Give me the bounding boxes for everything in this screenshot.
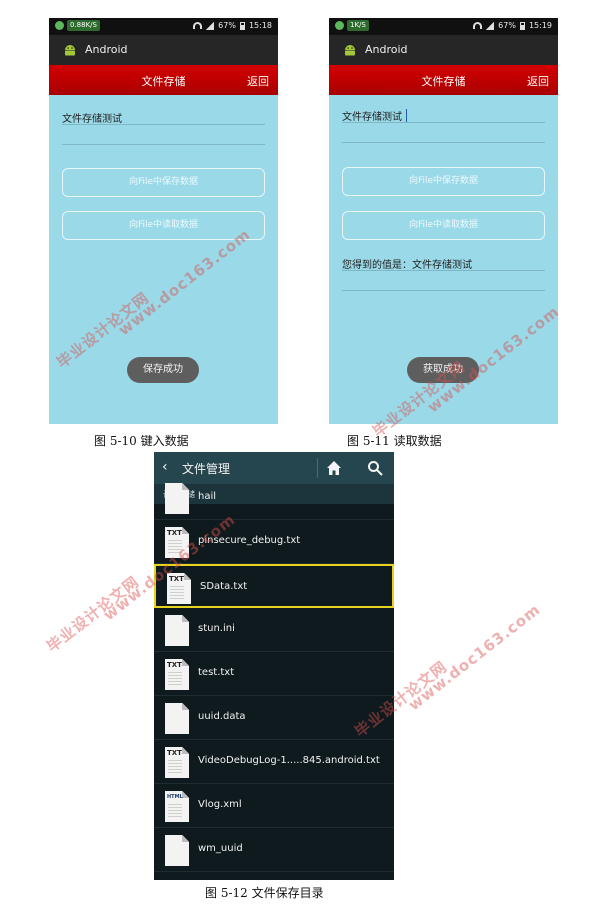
android-icon xyxy=(345,45,355,56)
file-row[interactable]: stun.ini xyxy=(154,608,394,652)
empty-field-underline xyxy=(342,142,545,143)
file-type-label: HTML xyxy=(167,794,183,800)
text-lines xyxy=(168,672,182,686)
wechat-icon xyxy=(335,21,344,30)
file-name: SData.txt xyxy=(200,581,248,592)
app-bar: Android xyxy=(49,35,278,65)
watermark: 毕业设计论文网 xyxy=(43,572,143,656)
page-fold xyxy=(182,659,189,666)
signal-icon xyxy=(486,21,495,30)
app-bar: Android xyxy=(329,35,558,65)
text-lines xyxy=(168,760,182,774)
page-fold xyxy=(182,703,189,710)
text-file-icon: TXT xyxy=(165,659,189,690)
home-icon[interactable] xyxy=(326,460,342,476)
title-bar: 文件存储 返回 xyxy=(329,65,558,95)
blank-file-icon xyxy=(165,615,189,646)
result-underline xyxy=(342,270,545,271)
watermark: www.doc163.com xyxy=(405,600,544,715)
page-fold xyxy=(182,615,189,622)
wifi-icon xyxy=(473,22,483,29)
clock: 15:18 xyxy=(248,21,272,30)
file-row[interactable]: hail xyxy=(154,476,394,520)
file-name: uuid.data xyxy=(198,711,246,722)
file-type-label: TXT xyxy=(167,529,182,537)
file-type-label: TXT xyxy=(167,749,182,757)
android-icon xyxy=(65,45,75,56)
status-bar: 1K/S 67% 15:19 xyxy=(329,18,558,35)
file-manager-screenshot: ‹ 文件管理 设备存储 hailTXTpinsecure_debug.txtTX… xyxy=(154,452,394,880)
file-row-selected[interactable]: TXT SData.txt xyxy=(154,564,394,608)
text-cursor xyxy=(406,109,407,122)
page-fold xyxy=(182,527,189,534)
file-row[interactable]: HTML Vlog.xml xyxy=(154,784,394,828)
file-row[interactable]: wm_uuid xyxy=(154,828,394,872)
page-fold xyxy=(182,791,189,798)
input-underline xyxy=(62,124,265,125)
wifi-icon xyxy=(193,22,203,29)
header-divider xyxy=(317,458,318,478)
toast-message: 保存成功 xyxy=(127,357,199,383)
phone-screenshot-right: 1K/S 67% 15:19 Android 文件存储 返回 文件存储测试 向F… xyxy=(329,18,558,424)
file-name: VideoDebugLog-1.....845.android.txt xyxy=(198,755,380,766)
result-text: 您得到的值是：文件存储测试 xyxy=(342,260,472,271)
input-underline xyxy=(342,122,545,123)
data-input[interactable]: 文件存储测试 xyxy=(342,108,545,123)
file-name: Vlog.xml xyxy=(198,799,242,810)
battery-icon xyxy=(519,21,525,30)
blank-file-icon xyxy=(165,835,189,866)
figure-caption-5-10: 图 5-10 键入数据 xyxy=(94,434,189,448)
empty-field-underline xyxy=(342,290,545,291)
app-name: Android xyxy=(365,43,408,56)
text-file-icon: TXT xyxy=(165,747,189,778)
read-from-file-button[interactable]: 向File中读取数据 xyxy=(342,211,545,240)
back-button[interactable]: 返回 xyxy=(247,73,269,89)
page-fold xyxy=(182,835,189,842)
file-manager-title: 文件管理 xyxy=(182,462,231,476)
save-to-file-button[interactable]: 向File中保存数据 xyxy=(62,168,265,197)
app-name: Android xyxy=(85,43,128,56)
file-name: stun.ini xyxy=(198,623,235,634)
back-button[interactable]: 返回 xyxy=(527,73,549,89)
data-input[interactable]: 文件存储测试 xyxy=(62,110,265,125)
file-row[interactable]: TXT VideoDebugLog-1.....845.android.txt xyxy=(154,740,394,784)
blank-file-icon xyxy=(165,703,189,734)
network-speed: 0.88K/S xyxy=(67,20,100,31)
file-row[interactable]: TXT test.txt xyxy=(154,652,394,696)
battery-icon xyxy=(239,21,245,30)
page-fold xyxy=(182,483,189,490)
title-bar: 文件存储 返回 xyxy=(49,65,278,95)
page-fold xyxy=(182,747,189,754)
wechat-icon xyxy=(55,21,64,30)
screen-title: 文件存储 xyxy=(141,75,186,88)
battery-level: 67% xyxy=(218,21,236,30)
clock: 15:19 xyxy=(528,21,552,30)
page-fold xyxy=(184,573,191,580)
figure-caption-5-12: 图 5-12 文件保存目录 xyxy=(205,886,324,900)
blank-file-icon xyxy=(165,483,189,514)
file-name: hail xyxy=(198,491,217,502)
signal-icon xyxy=(206,21,215,30)
file-name: wm_uuid xyxy=(198,843,243,854)
status-bar: 0.88K/S 67% 15:18 xyxy=(49,18,278,35)
screen-title: 文件存储 xyxy=(421,75,466,88)
figure-caption-5-11: 图 5-11 读取数据 xyxy=(347,434,442,448)
file-type-label: TXT xyxy=(167,661,182,669)
back-arrow-icon[interactable]: ‹ xyxy=(162,459,168,475)
save-to-file-button[interactable]: 向File中保存数据 xyxy=(342,167,545,196)
file-name: test.txt xyxy=(198,667,235,678)
empty-field-underline xyxy=(62,144,265,145)
battery-level: 67% xyxy=(498,21,516,30)
html-file-icon: HTML xyxy=(165,791,189,822)
text-lines xyxy=(170,586,184,600)
search-icon[interactable] xyxy=(367,460,383,476)
phone-screenshot-left: 0.88K/S 67% 15:18 Android 文件存储 返回 文件存储测试… xyxy=(49,18,278,424)
network-speed: 1K/S xyxy=(347,20,369,31)
text-lines xyxy=(168,804,182,818)
